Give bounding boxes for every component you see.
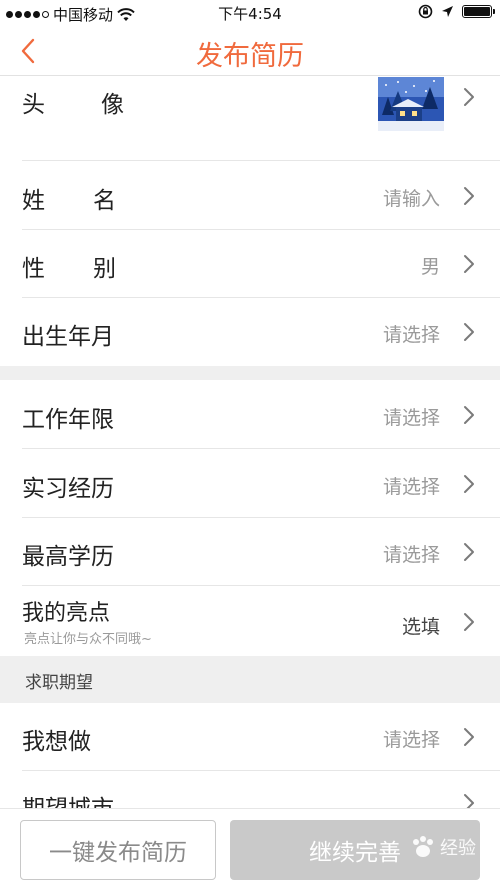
- chevron-right-icon: [464, 88, 474, 106]
- birth-date-label: 出生年月: [22, 324, 114, 350]
- desired-job-value: 请选择: [382, 729, 440, 751]
- paw-logo-icon: [413, 836, 433, 857]
- chevron-right-icon: [464, 255, 474, 273]
- highlights-value: 选填: [401, 616, 440, 638]
- gender-row-label: 性别: [22, 256, 116, 282]
- desired-city-label: 期望城市: [22, 789, 114, 808]
- internship-row[interactable]: 实习经历 请选择: [0, 449, 500, 518]
- avatar-row[interactable]: 头像: [0, 77, 500, 161]
- desired-job-row[interactable]: 我想做 请选择: [0, 703, 500, 771]
- avatar-row-label: 头像: [22, 92, 124, 118]
- desired-job-label: 我想做: [22, 729, 91, 755]
- highlights-label: 我的亮点: [22, 601, 111, 626]
- section-divider: [0, 366, 500, 380]
- gender-row[interactable]: 性别 男: [0, 230, 500, 298]
- chevron-right-icon: [464, 613, 474, 631]
- watermark-text: 经验: [440, 838, 476, 859]
- section-header-label: 求职期望: [25, 673, 93, 693]
- status-bar: 中国移动 下午4:54: [0, 0, 500, 26]
- highlights-sublabel: 亮点让你与众不同哦~: [24, 632, 152, 647]
- internship-value: 请选择: [382, 476, 440, 498]
- gender-value: 男: [420, 256, 440, 278]
- name-row[interactable]: 姓名 请输入: [0, 161, 500, 230]
- chevron-right-icon: [464, 323, 474, 341]
- highlights-row[interactable]: 我的亮点 亮点让你与众不同哦~ 选填: [0, 586, 500, 656]
- work-years-label: 工作年限: [22, 407, 114, 433]
- education-label: 最高学历: [22, 544, 114, 570]
- section-header-job-expectation: 求职期望: [0, 656, 500, 703]
- avatar-image: [378, 77, 444, 131]
- desired-city-row[interactable]: 期望城市: [0, 771, 500, 808]
- name-row-label: 姓名: [22, 188, 116, 214]
- chevron-right-icon: [464, 187, 474, 205]
- name-value: 请输入: [382, 188, 440, 210]
- education-value: 请选择: [382, 544, 440, 566]
- continue-button-label: 继续完善: [309, 840, 401, 866]
- rotation-lock-icon: [418, 4, 433, 19]
- status-bar-right: [418, 4, 495, 19]
- battery-icon: [462, 5, 495, 18]
- bottom-action-bar: 一键发布简历 继续完善 经验: [0, 808, 500, 889]
- chevron-right-icon: [464, 543, 474, 561]
- birth-date-value: 请选择: [382, 324, 440, 346]
- work-years-value: 请选择: [382, 407, 440, 429]
- work-years-row[interactable]: 工作年限 请选择: [0, 380, 500, 449]
- chevron-right-icon: [464, 406, 474, 424]
- navigation-bar: 发布简历: [0, 26, 500, 76]
- education-row[interactable]: 最高学历 请选择: [0, 518, 500, 586]
- birth-date-row[interactable]: 出生年月 请选择: [0, 298, 500, 366]
- page-title: 发布简历: [196, 41, 304, 72]
- chevron-right-icon: [464, 475, 474, 493]
- internship-label: 实习经历: [22, 476, 114, 502]
- watermark: 经验: [410, 834, 476, 860]
- location-arrow-icon: [442, 6, 453, 17]
- chevron-right-icon: [464, 728, 474, 746]
- chevron-right-icon: [464, 794, 474, 808]
- one-click-publish-button[interactable]: 一键发布简历: [20, 820, 216, 880]
